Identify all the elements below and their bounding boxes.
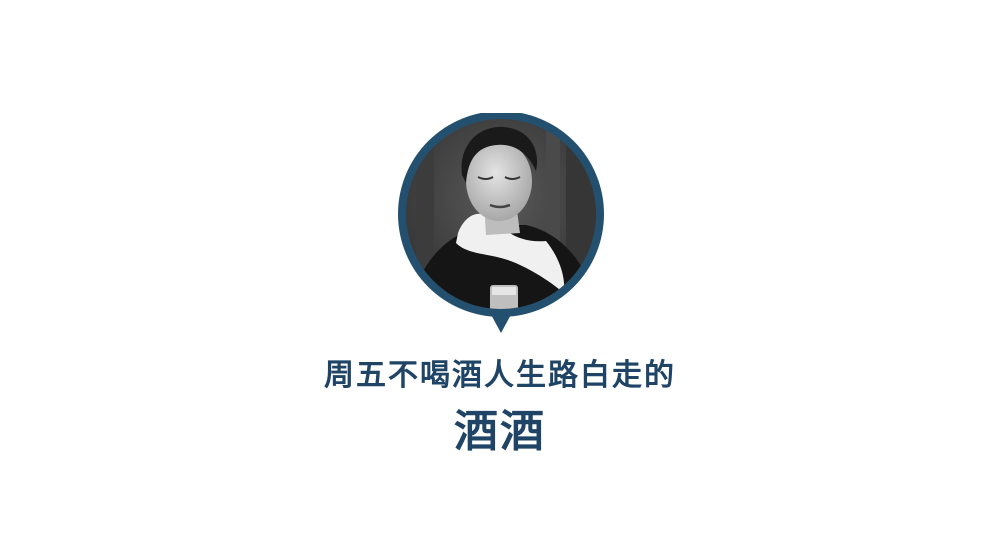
page: 周五不喝酒人生路白走的 酒酒 — [0, 0, 1000, 550]
subheadline: 酒酒 — [454, 406, 546, 457]
headline: 周五不喝酒人生路白走的 — [324, 358, 676, 393]
portrait-speech-bubble-icon — [396, 113, 606, 335]
